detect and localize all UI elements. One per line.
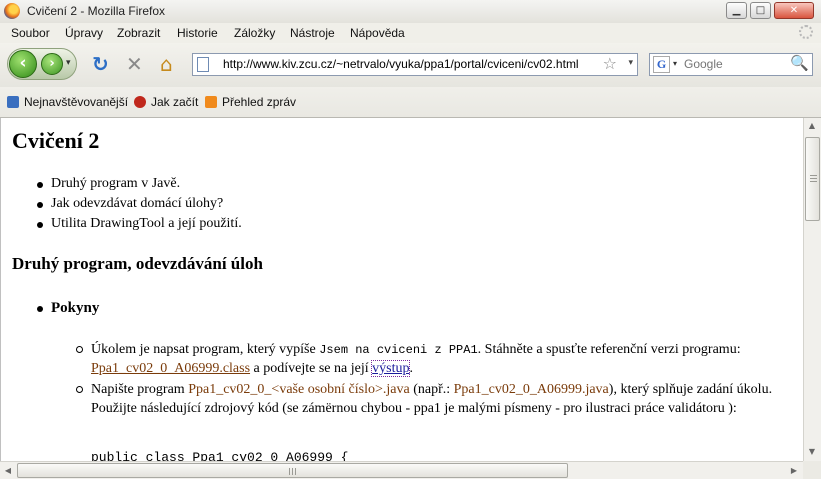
back-forward-group: ‹ › ▾ <box>7 48 77 80</box>
history-dropdown-icon[interactable]: ▾ <box>66 58 71 68</box>
bookmark-star-icon[interactable]: ☆ <box>603 54 617 73</box>
home-icon[interactable]: ⌂ <box>160 54 173 74</box>
grip-line <box>810 175 817 176</box>
menu-upravy[interactable]: Úpravy <box>65 26 103 40</box>
grip-line <box>810 178 817 179</box>
url-bar[interactable]: http://www.kiv.zcu.cz/~netrvalo/vyuka/pp… <box>192 53 638 76</box>
bookmarks-toolbar: Nejnavštěvovanější Jak začít Přehled zpr… <box>0 87 821 118</box>
bookmark-label: Přehled zpráv <box>222 95 297 109</box>
output-link[interactable]: výstup <box>371 360 411 377</box>
section-heading: Druhý program, odevzdávání úloh <box>12 254 263 273</box>
firefox-logo-icon <box>4 3 20 19</box>
menu-soubor[interactable]: Soubor <box>11 26 50 40</box>
menu-zalozky[interactable]: Záložky <box>234 26 275 40</box>
google-engine-icon[interactable]: G <box>653 56 670 73</box>
menu-napoveda[interactable]: Nápověda <box>350 26 405 40</box>
close-button[interactable]: ✕ <box>774 2 814 19</box>
pokyny-label: Pokyny <box>51 300 100 316</box>
reload-icon[interactable]: ↻ <box>92 54 109 74</box>
navigation-toolbar: ‹ › ▾ ↻ ✕ ⌂ http://www.kiv.zcu.cz/~netrv… <box>0 43 821 87</box>
example-file-name: Ppa1_cv02_0_A06999.java <box>453 382 609 397</box>
minimize-button[interactable]: ▁ <box>726 2 747 19</box>
menu-bar: Soubor Úpravy Zobrazit Historie Záložky … <box>0 23 821 43</box>
program-name: Ppa1_cv02_0_<vaše osobní číslo>.java <box>188 382 410 397</box>
bookmark-most-visited[interactable]: Nejnavštěvovanější <box>7 95 128 109</box>
rss-feed-icon <box>205 96 217 108</box>
engine-dropdown-icon[interactable]: ▾ <box>673 59 677 68</box>
bookmark-label: Jak začít <box>151 95 199 109</box>
most-visited-icon <box>7 96 19 108</box>
grip-line <box>810 181 817 182</box>
scroll-down-icon[interactable]: ▼ <box>804 447 820 456</box>
search-input[interactable] <box>684 57 784 71</box>
activity-throbber-icon <box>799 25 813 39</box>
scrollbar-corner <box>803 461 821 479</box>
grip-line <box>289 468 290 475</box>
code-block: public class Ppa1_cv02_0_A06999 { <box>91 450 349 461</box>
page-title: Cvičení 2 <box>12 128 100 153</box>
scroll-right-icon[interactable]: ▶ <box>786 466 802 475</box>
horizontal-scrollbar[interactable]: ◀ ▶ <box>0 461 803 479</box>
menu-historie[interactable]: Historie <box>177 26 218 40</box>
stop-icon[interactable]: ✕ <box>126 54 143 74</box>
search-magnifier-icon[interactable]: 🔍 <box>790 54 809 72</box>
url-text[interactable]: http://www.kiv.zcu.cz/~netrvalo/vyuka/pp… <box>223 57 579 71</box>
back-button[interactable]: ‹ <box>9 50 37 78</box>
scroll-left-icon[interactable]: ◀ <box>0 466 16 475</box>
search-box[interactable]: G ▾ 🔍 <box>649 53 813 76</box>
page-icon <box>197 57 209 72</box>
inline-code: Jsem na cviceni z PPA1 <box>319 343 478 357</box>
forward-button[interactable]: › <box>41 53 63 75</box>
instruction-text-2: Napište program Ppa1_cv02_0_<vaše osobní… <box>91 382 773 416</box>
page-content[interactable]: Cvičení 2 Druhý program v Javě. Jak odev… <box>0 118 803 461</box>
menu-nastroje[interactable]: Nástroje <box>290 26 335 40</box>
grip-line <box>292 468 293 475</box>
vertical-scroll-thumb[interactable] <box>805 137 820 221</box>
firefox-bookmark-icon <box>134 96 146 108</box>
scroll-up-icon[interactable]: ▲ <box>804 121 820 130</box>
instruction-text-1: Úkolem je napsat program, který vypíše J… <box>91 342 741 377</box>
class-file-link[interactable]: Ppa1_cv02_0_A06999.class <box>91 361 250 376</box>
grip-line <box>295 468 296 475</box>
bookmark-getting-started[interactable]: Jak začít <box>134 95 198 109</box>
vertical-scrollbar[interactable]: ▲ ▼ <box>803 118 821 461</box>
horizontal-scroll-thumb[interactable] <box>17 463 568 478</box>
url-dropdown-icon[interactable]: ▾ <box>628 58 633 68</box>
bookmark-news-feed[interactable]: Přehled zpráv <box>205 95 296 109</box>
title-bar[interactable]: Cvičení 2 - Mozilla Firefox ▁ □ ✕ <box>0 0 821 24</box>
window-title: Cvičení 2 - Mozilla Firefox <box>27 4 166 18</box>
bookmark-label: Nejnavštěvovanější <box>24 95 129 109</box>
menu-zobrazit[interactable]: Zobrazit <box>117 26 160 40</box>
maximize-button[interactable]: □ <box>750 2 771 19</box>
